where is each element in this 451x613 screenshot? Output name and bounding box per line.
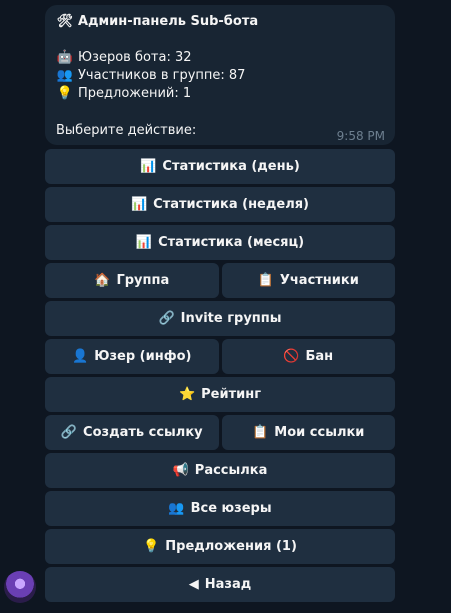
star-icon: ⭐ <box>178 387 196 402</box>
invite-group-label: Invite группы <box>180 311 282 326</box>
clipboard-icon: 📋 <box>252 425 269 440</box>
bot-avatar[interactable] <box>4 571 36 603</box>
suggestions-label: Предложения (1) <box>165 539 297 554</box>
chart-icon: 📊 <box>135 235 153 250</box>
group-label: Группа <box>116 273 170 288</box>
my-links-button[interactable]: 📋 Мои ссылки <box>221 415 395 450</box>
link-icon: 🔗 <box>60 425 78 440</box>
stats-day-label: Статистика (день) <box>162 159 300 174</box>
message-line-suggestions: 💡 Предложений: 1 <box>56 85 384 103</box>
message-time: 9:58 PM <box>336 129 385 143</box>
rating-label: Рейтинг <box>201 387 262 402</box>
suggestions-button[interactable]: 💡 Предложения (1) <box>45 529 395 564</box>
my-links-label: Мои ссылки <box>274 425 365 440</box>
back-label: Назад <box>204 577 252 592</box>
ban-label: Бан <box>305 349 334 364</box>
rating-button[interactable]: ⭐ Рейтинг <box>45 377 395 412</box>
invite-group-button[interactable]: 🔗 Invite группы <box>45 301 395 336</box>
broadcast-button[interactable]: 📢 Рассылка <box>45 453 395 488</box>
message-line-users: 🤖 Юзеров бота: 32 <box>56 49 384 67</box>
stats-week-label: Статистика (неделя) <box>153 197 310 212</box>
user-info-label: Юзер (инфо) <box>94 349 192 364</box>
house-icon: 🏠 <box>94 273 111 288</box>
clipboard-icon: 📋 <box>257 273 274 288</box>
stats-month-label: Статистика (месяц) <box>158 235 305 250</box>
message-prompt: Выберите действие: <box>56 123 197 138</box>
back-button[interactable]: ◀ Назад <box>45 567 395 602</box>
ban-button[interactable]: 🚫 Бан <box>221 339 395 374</box>
suggestions-count-text: Предложений: 1 <box>78 86 192 101</box>
inline-keyboard: 📊 Статистика (день) 📊 Статистика (неделя) … <box>45 149 395 605</box>
chart-icon: 📊 <box>130 197 148 212</box>
members-label: Участники <box>279 273 359 288</box>
lightbulb-icon: 💡 <box>56 86 74 101</box>
user-icon: 👤 <box>72 349 89 364</box>
create-link-label: Создать ссылку <box>83 425 203 440</box>
message-title: 🛠 Админ-панель Sub-бота <box>56 13 384 31</box>
tools-icon: 🛠 <box>56 14 74 29</box>
members-button[interactable]: 📋 Участники <box>221 263 395 298</box>
message-title-text: Админ-панель Sub-бота <box>78 14 259 29</box>
broadcast-label: Рассылка <box>194 463 268 478</box>
users-count-text: Юзеров бота: 32 <box>78 50 192 65</box>
link-icon: 🔗 <box>158 311 175 326</box>
chart-icon: 📊 <box>140 159 157 174</box>
robot-icon: 🤖 <box>56 50 74 65</box>
people-icon: 👥 <box>56 68 74 83</box>
stats-month-button[interactable]: 📊 Статистика (месяц) <box>45 225 395 260</box>
prohibited-icon: 🚫 <box>283 349 300 364</box>
stats-day-button[interactable]: 📊 Статистика (день) <box>45 149 395 184</box>
user-info-button[interactable]: 👤 Юзер (инфо) <box>45 339 219 374</box>
stats-week-button[interactable]: 📊 Статистика (неделя) <box>45 187 395 222</box>
message-line-members: 👥 Участников в группе: 87 <box>56 67 384 85</box>
back-arrow-icon: ◀ <box>188 577 199 592</box>
all-users-label: Все юзеры <box>190 501 272 516</box>
members-count-text: Участников в группе: 87 <box>78 68 246 83</box>
people-icon: 👥 <box>168 501 185 516</box>
bot-message: 🛠 Админ-панель Sub-бота 🤖 Юзеров бота: 32 … <box>45 5 395 145</box>
megaphone-icon: 📢 <box>172 463 189 478</box>
group-button[interactable]: 🏠 Группа <box>45 263 219 298</box>
all-users-button[interactable]: 👥 Все юзеры <box>45 491 395 526</box>
create-link-button[interactable]: 🔗 Создать ссылку <box>45 415 219 450</box>
lightbulb-icon: 💡 <box>143 539 160 554</box>
